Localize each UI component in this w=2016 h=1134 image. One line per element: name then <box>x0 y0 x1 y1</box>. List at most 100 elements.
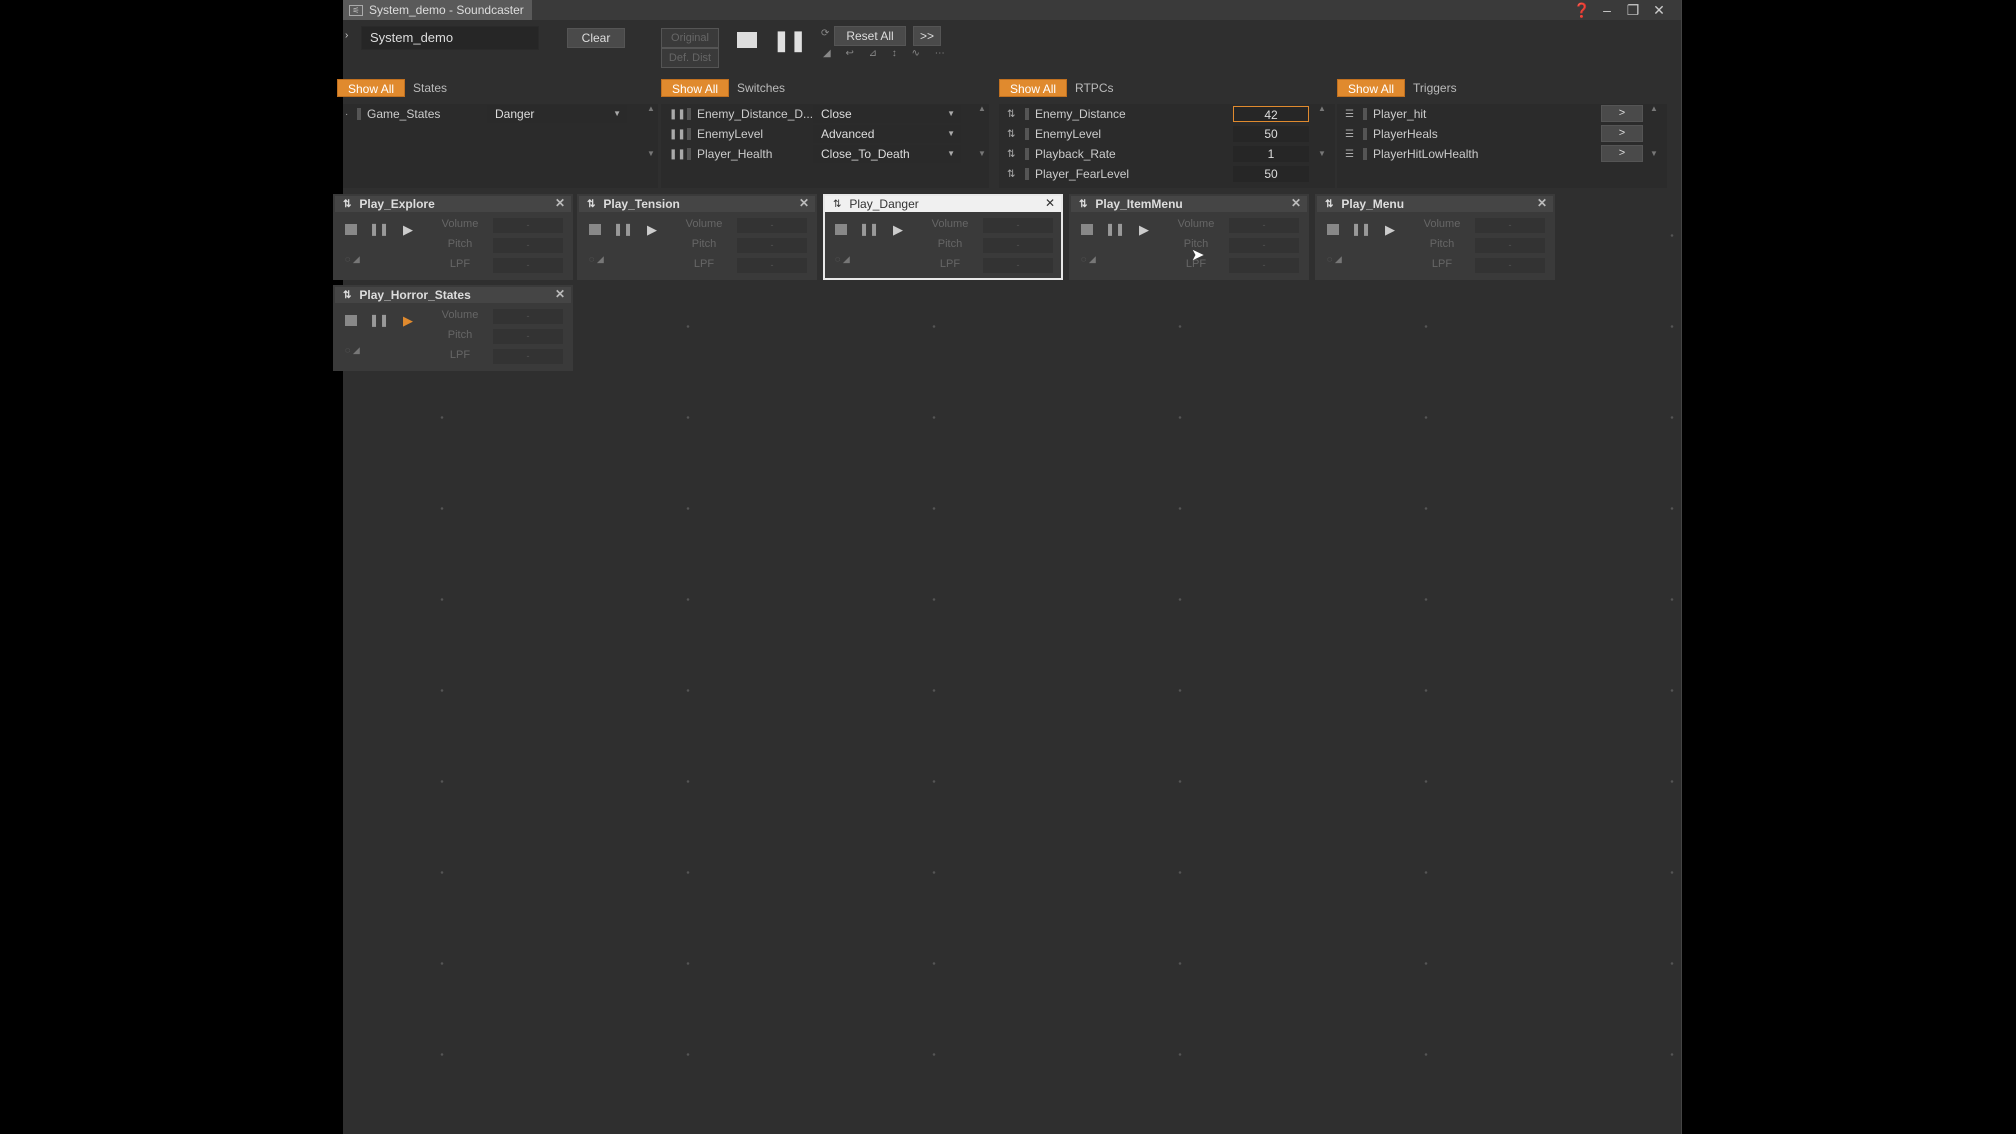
session-name-field[interactable]: System_demo <box>361 26 539 50</box>
event-icon: ⇅ <box>343 289 352 301</box>
state-value-select[interactable]: Danger <box>487 105 627 123</box>
play-icon[interactable]: ▶ <box>403 222 413 238</box>
clear-button[interactable]: Clear <box>567 28 625 48</box>
pitch-fader[interactable]: - <box>1475 238 1545 253</box>
volume-fader[interactable]: - <box>737 218 807 233</box>
lpf-fader[interactable]: - <box>1475 258 1545 273</box>
fire-trigger-button[interactable]: > <box>1601 125 1643 142</box>
lpf-fader[interactable]: - <box>1229 258 1299 273</box>
close-icon[interactable]: ✕ <box>555 196 565 210</box>
event-card-header[interactable]: ⇅ Play_Horror_States ✕ <box>335 287 571 303</box>
close-icon[interactable]: ✕ <box>1651 2 1667 18</box>
stop-icon[interactable] <box>345 315 357 326</box>
pitch-fader[interactable]: - <box>1229 238 1299 253</box>
volume-fader[interactable]: - <box>1229 218 1299 233</box>
event-icon: ⇅ <box>1079 198 1088 210</box>
stop-icon[interactable] <box>1081 224 1093 235</box>
pitch-fader[interactable]: - <box>737 238 807 253</box>
close-icon[interactable]: ✕ <box>1537 196 1547 210</box>
pause-all-icon[interactable]: ❚❚ <box>773 28 807 53</box>
close-icon[interactable]: ✕ <box>555 287 565 301</box>
volume-label: Volume <box>441 218 479 230</box>
event-card[interactable]: ⇅ Play_Explore ✕ ❚❚ ▶ Volume Pitch LPF - - - ◌ ◢ <box>333 194 573 280</box>
volume-fader[interactable]: - <box>1475 218 1545 233</box>
event-card-header[interactable]: ⇅ Play_Explore ✕ <box>335 196 571 212</box>
original-button[interactable]: Original <box>661 28 719 48</box>
close-icon[interactable]: ✕ <box>1045 196 1055 210</box>
volume-fader[interactable]: - <box>493 309 563 324</box>
play-icon[interactable]: ▶ <box>647 222 657 238</box>
lpf-fader[interactable]: - <box>493 349 563 364</box>
pause-icon[interactable]: ❚❚ <box>369 222 389 236</box>
def-dist-button[interactable]: Def. Dist <box>661 48 719 68</box>
stop-icon[interactable] <box>835 224 847 235</box>
rtpc-value-field[interactable]: 50 <box>1233 166 1309 182</box>
lpf-fader[interactable]: - <box>983 258 1053 273</box>
triggers-scrollbar[interactable]: ▲ ▼ <box>1649 104 1659 188</box>
event-card-header[interactable]: ⇅ Play_ItemMenu ✕ <box>1071 196 1307 212</box>
switch-value-select[interactable]: Advanced <box>813 125 961 143</box>
refresh-icon[interactable]: ⟳ <box>821 28 829 39</box>
volume-fader[interactable]: - <box>983 218 1053 233</box>
more-button[interactable]: >> <box>913 26 941 46</box>
help-icon[interactable]: ❓ <box>1573 2 1590 18</box>
states-show-all-button[interactable]: Show All <box>337 79 406 97</box>
event-card[interactable]: ⇅ Play_ItemMenu ✕ ❚❚ ▶ Volume Pitch LPF - - - ◌ ◢ <box>1069 194 1309 280</box>
loop-icon[interactable]: ◌ ◢ <box>835 254 850 265</box>
fire-trigger-button[interactable]: > <box>1601 145 1643 162</box>
event-card[interactable]: ⇅ Play_Horror_States ✕ ❚❚ ▶ Volume Pitch LPF - - -… <box>333 285 573 371</box>
play-icon[interactable]: ▶ <box>1139 222 1149 238</box>
pitch-fader[interactable]: - <box>493 329 563 344</box>
pause-icon[interactable]: ❚❚ <box>1105 222 1125 236</box>
loop-icon[interactable]: ◌ ◢ <box>1081 254 1096 265</box>
switch-value-select[interactable]: Close <box>813 105 961 123</box>
fire-trigger-button[interactable]: > <box>1601 105 1643 122</box>
pause-icon[interactable]: ❚❚ <box>369 313 389 327</box>
minimize-icon[interactable]: – <box>1599 2 1615 18</box>
pause-icon[interactable]: ❚❚ <box>1351 222 1371 236</box>
volume-fader[interactable]: - <box>493 218 563 233</box>
pitch-fader[interactable]: - <box>493 238 563 253</box>
rtpc-value-field[interactable]: 1 <box>1233 146 1309 162</box>
rtpcs-scrollbar[interactable]: ▲ ▼ <box>1317 104 1327 188</box>
close-icon[interactable]: ✕ <box>799 196 809 210</box>
expand-icon[interactable]: › <box>345 30 348 41</box>
event-card[interactable]: ⇅ Play_Menu ✕ ❚❚ ▶ Volume Pitch LPF - - - ◌ ◢ <box>1315 194 1555 280</box>
loop-icon[interactable]: ◌ ◢ <box>1327 254 1342 265</box>
title-tab[interactable]: ⚟ System_demo - Soundcaster <box>343 0 532 20</box>
rtpc-value-field[interactable]: 42 <box>1233 106 1309 122</box>
stop-icon[interactable] <box>345 224 357 235</box>
loop-icon[interactable]: ◌ ◢ <box>345 254 360 265</box>
lpf-fader[interactable]: - <box>493 258 563 273</box>
event-card-header[interactable]: ⇅ Play_Menu ✕ <box>1317 196 1553 212</box>
event-card[interactable]: ⇅ Play_Tension ✕ ❚❚ ▶ Volume Pitch LPF - - - ◌ ◢ <box>577 194 817 280</box>
stop-icon[interactable] <box>1327 224 1339 235</box>
transport-small-icons[interactable]: ◢ ↩ ⊿ ↕ ∿ ⋯ <box>823 48 951 59</box>
triggers-show-all-button[interactable]: Show All <box>1337 79 1406 97</box>
loop-icon[interactable]: ◌ ◢ <box>589 254 604 265</box>
lpf-fader[interactable]: - <box>737 258 807 273</box>
play-icon[interactable]: ▶ <box>893 222 903 238</box>
play-icon[interactable]: ▶ <box>403 313 413 329</box>
pause-icon[interactable]: ❚❚ <box>613 222 633 236</box>
reset-all-button[interactable]: Reset All <box>834 26 906 46</box>
switches-show-all-button[interactable]: Show All <box>661 79 730 97</box>
stop-icon[interactable] <box>589 224 601 235</box>
states-scrollbar[interactable]: ▲ ▼ <box>646 104 656 188</box>
maximize-icon[interactable]: ❐ <box>1625 2 1641 18</box>
stop-all-icon[interactable] <box>737 32 757 48</box>
close-icon[interactable]: ✕ <box>1291 196 1301 210</box>
event-card-header[interactable]: ⇅ Play_Tension ✕ <box>579 196 815 212</box>
pitch-fader[interactable]: - <box>983 238 1053 253</box>
switch-value-select[interactable]: Close_To_Death <box>813 145 961 163</box>
pause-icon[interactable]: ❚❚ <box>859 222 879 236</box>
event-card-header[interactable]: ⇅ Play_Danger ✕ <box>825 196 1061 212</box>
play-icon[interactable]: ▶ <box>1385 222 1395 238</box>
event-icon: ⇅ <box>1325 198 1334 210</box>
event-card[interactable]: ⇅ Play_Danger ✕ ❚❚ ▶ Volume Pitch LPF - - - ◌ ◢ <box>823 194 1063 280</box>
rtpc-name: EnemyLevel <box>1035 127 1102 141</box>
switches-scrollbar[interactable]: ▲ ▼ <box>977 104 987 188</box>
rtpcs-show-all-button[interactable]: Show All <box>999 79 1068 97</box>
loop-icon[interactable]: ◌ ◢ <box>345 345 360 356</box>
rtpc-value-field[interactable]: 50 <box>1233 126 1309 142</box>
